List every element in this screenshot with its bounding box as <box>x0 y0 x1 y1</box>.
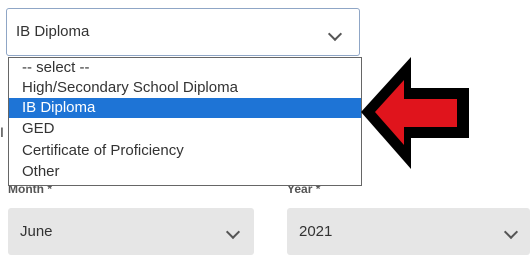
option-certificate-of-proficiency[interactable]: Certificate of Proficiency <box>9 141 361 161</box>
year-select-value: 2021 <box>299 223 333 240</box>
education-select-value: IB Diploma <box>16 23 90 40</box>
red-arrow-annotation <box>361 57 469 169</box>
option-ib-diploma[interactable]: IB Diploma <box>9 98 361 118</box>
form-region: IB Diploma I -- select -- High/Secondary… <box>0 0 530 255</box>
option-other[interactable]: Other <box>9 162 361 182</box>
month-select[interactable]: June <box>8 208 254 255</box>
month-select-value: June <box>20 223 53 240</box>
education-dropdown-list[interactable]: -- select -- High/Secondary School Diplo… <box>8 57 362 186</box>
chevron-down-icon <box>327 26 343 42</box>
education-select[interactable]: IB Diploma <box>6 8 360 56</box>
option-high-secondary-diploma[interactable]: High/Secondary School Diploma <box>9 78 361 98</box>
option-ged[interactable]: GED <box>9 119 361 139</box>
option-select[interactable]: -- select -- <box>9 58 361 78</box>
hidden-field-label: I <box>0 124 4 140</box>
chevron-down-icon <box>225 224 241 240</box>
chevron-down-icon <box>503 224 519 240</box>
year-select[interactable]: 2021 <box>287 208 530 255</box>
